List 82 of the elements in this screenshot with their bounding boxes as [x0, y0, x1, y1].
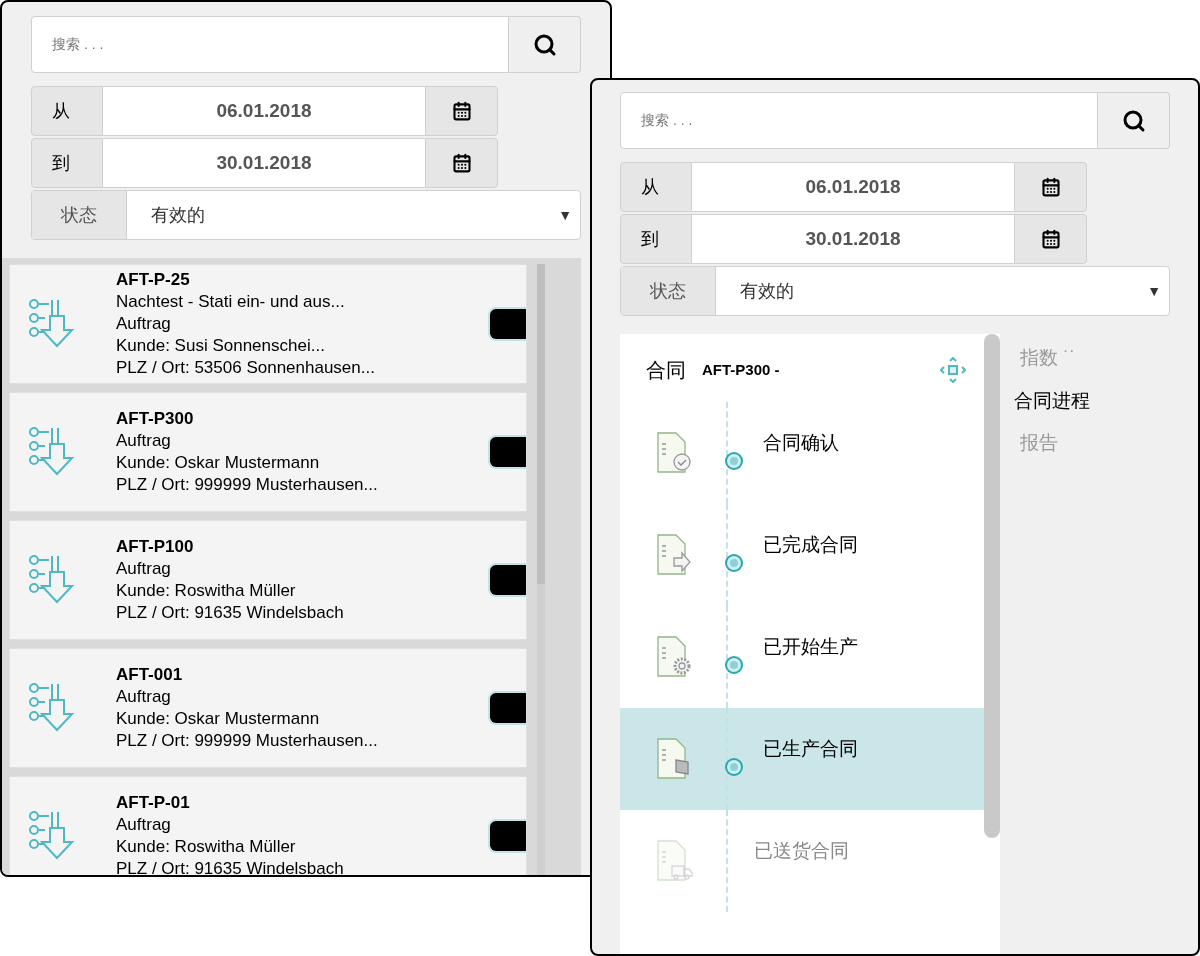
order-detail: Auftrag: [116, 430, 172, 452]
side-tab[interactable]: 合同进程: [1014, 386, 1090, 415]
process-step[interactable]: 已完成合同: [620, 504, 984, 606]
step-label: 已生产合同: [763, 736, 858, 761]
search-field[interactable]: 搜索 . . .: [31, 16, 509, 73]
calendar-button[interactable]: [425, 86, 498, 136]
date-label: 从: [31, 86, 103, 136]
status-marker: [488, 563, 526, 597]
step-label: 已完成合同: [763, 532, 858, 557]
date-field[interactable]: 06.01.2018: [692, 162, 1014, 212]
order-number: AFT-P-25: [116, 269, 191, 291]
calendar-icon: [1040, 177, 1061, 197]
calendar-button[interactable]: [425, 138, 498, 188]
calendar-button[interactable]: [1014, 214, 1087, 264]
order-detail: PLZ / Ort: 999999 Musterhausen...: [116, 474, 379, 496]
status-select[interactable]: 状态 有效的 ▼: [620, 266, 1170, 316]
order-card[interactable]: AFT-P100 Auftrag Kunde: Roswitha Müller PLZ / Ort: 91635 Windelsbach: [9, 520, 527, 640]
step-label: 已送货合同: [754, 838, 849, 863]
order-detail: Auftrag: [116, 558, 172, 580]
order-card[interactable]: AFT-P-01 Auftrag Kunde: Roswitha Müller PLZ / Ort: 91635 Windelsbach: [9, 776, 527, 875]
dropdown-caret-icon: ▼: [558, 204, 572, 226]
calendar-icon: [451, 101, 472, 121]
scrollbar-thumb[interactable]: [537, 264, 545, 584]
order-detail: Auftrag: [116, 313, 172, 335]
scrollbar-thumb[interactable]: [984, 334, 1000, 838]
status-value: 有效的: [739, 279, 795, 303]
order-detail: Auftrag: [116, 814, 172, 836]
dropdown-caret-icon: ▼: [1147, 280, 1161, 302]
order-detail: PLZ / Ort: 53506 Sonnenhausen...: [116, 357, 376, 379]
status-marker: [488, 819, 526, 853]
contract-number: AFT-P300 -: [702, 359, 780, 380]
search-button[interactable]: [509, 16, 581, 73]
search-button[interactable]: [1098, 92, 1170, 149]
status-label: 状态: [621, 267, 716, 315]
calendar-icon: [451, 153, 472, 173]
process-step[interactable]: 合同确认: [620, 402, 984, 504]
order-detail: Nachtest - Stati ein- und aus...: [116, 291, 346, 313]
document-check-icon: [656, 432, 694, 474]
search-icon: [532, 32, 557, 57]
order-detail: Auftrag: [116, 686, 172, 708]
list-download-icon: [28, 298, 76, 350]
search-icon: [1121, 108, 1146, 133]
search-field[interactable]: 搜索 . . .: [620, 92, 1098, 149]
status-value: 有效的: [150, 203, 206, 227]
date-field[interactable]: 30.01.2018: [692, 214, 1014, 264]
move-icon: [940, 357, 966, 383]
order-detail: PLZ / Ort: 91635 Windelsbach: [116, 602, 345, 624]
order-detail: PLZ / Ort: 91635 Windelsbach: [116, 858, 345, 875]
order-card[interactable]: AFT-001 Auftrag Kunde: Oskar Mustermann PLZ / Ort: 999999 Musterhausen...: [9, 648, 527, 768]
step-label: 合同确认: [763, 430, 839, 455]
order-detail: Kunde: Oskar Mustermann: [116, 452, 321, 474]
order-detail: PLZ / Ort: 999999 Musterhausen...: [116, 730, 379, 752]
order-detail: Kunde: Roswitha Müller: [116, 580, 297, 602]
date-label: 从: [620, 162, 692, 212]
order-number: AFT-P-01: [116, 792, 191, 814]
date-label: 到: [620, 214, 692, 264]
list-download-icon: [28, 426, 76, 478]
order-number: AFT-P100: [116, 536, 195, 558]
document-truck-icon: [656, 840, 694, 882]
order-number: AFT-P300: [116, 408, 195, 430]
list-download-icon: [28, 554, 76, 606]
contract-label: 合同: [646, 358, 686, 383]
step-label: 已开始生产: [763, 634, 858, 659]
order-card[interactable]: AFT-P-25 Nachtest - Stati ein- und aus... Auftrag Kunde: Susi Sonnenschei... PLZ / Ort: 53506 Sonnenhausen...: [9, 264, 527, 384]
order-detail: Kunde: Oskar Mustermann: [116, 708, 321, 730]
date-label: 到: [31, 138, 103, 188]
status-marker: [488, 307, 526, 341]
order-card[interactable]: AFT-P300 Auftrag Kunde: Oskar Mustermann PLZ / Ort: 999999 Musterhausen...: [9, 392, 527, 512]
order-detail: Kunde: Roswitha Müller: [116, 836, 297, 858]
status-select[interactable]: 状态 有效的 ▼: [31, 190, 581, 240]
calendar-icon: [1040, 229, 1061, 249]
list-download-icon: [28, 682, 76, 734]
order-detail: Kunde: Susi Sonnenschei...: [116, 335, 326, 357]
calendar-button[interactable]: [1014, 162, 1087, 212]
status-marker: [488, 691, 526, 725]
process-step[interactable]: 已生产合同: [620, 708, 984, 810]
list-download-icon: [28, 810, 76, 862]
date-field[interactable]: 30.01.2018: [103, 138, 425, 188]
status-label: 状态: [32, 191, 127, 239]
date-field[interactable]: 06.01.2018: [103, 86, 425, 136]
status-marker: [488, 435, 526, 469]
order-number: AFT-001: [116, 664, 184, 686]
